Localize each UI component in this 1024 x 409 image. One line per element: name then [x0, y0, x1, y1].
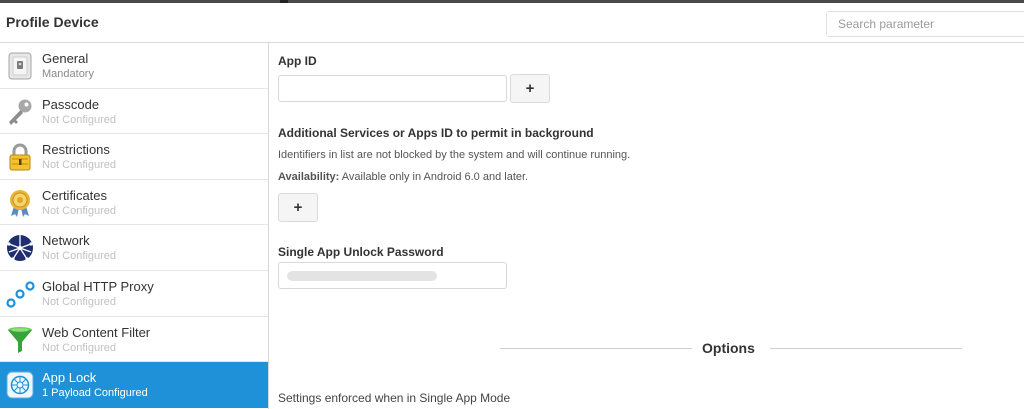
- unlock-password-label: Single App Unlock Password: [278, 245, 444, 259]
- general-profile-icon: [8, 52, 32, 80]
- funnel-filter-icon: [8, 326, 32, 353]
- sidebar-item-status: Not Configured: [42, 204, 116, 217]
- sidebar-item-app-lock[interactable]: App Lock 1 Payload Configured: [0, 362, 268, 408]
- sidebar-item-status: Not Configured: [42, 341, 116, 354]
- sidebar-item-label: App Lock: [42, 370, 97, 386]
- options-divider-right: [770, 348, 962, 349]
- sidebar-item-label: Passcode: [42, 96, 100, 112]
- payload-sidebar: General Mandatory Passcode Not Configure…: [0, 43, 269, 409]
- availability-text: Available only in Android 6.0 and later.: [341, 171, 529, 183]
- search-input[interactable]: [826, 11, 1024, 37]
- sidebar-item-general[interactable]: General Mandatory: [0, 43, 268, 89]
- globe-network-icon: [7, 235, 33, 262]
- page-title: Profile Device: [6, 14, 99, 30]
- settings-enforced-text: Settings enforced when in Single App Mod…: [278, 391, 511, 405]
- app-id-input[interactable]: [278, 75, 507, 102]
- sidebar-item-status: Not Configured: [42, 159, 116, 172]
- add-background-app-button[interactable]: +: [278, 193, 318, 222]
- additional-services-description: Identifiers in list are not blocked by t…: [278, 149, 631, 161]
- app-lock-icon: [6, 371, 34, 399]
- sidebar-item-status: 1 Payload Configured: [42, 387, 148, 400]
- sidebar-item-status: Not Configured: [42, 250, 116, 263]
- sidebar-item-label: Network: [42, 233, 90, 249]
- sidebar-item-restrictions[interactable]: Restrictions Not Configured: [0, 134, 268, 180]
- availability-note: Availability: Available only in Android …: [278, 171, 528, 183]
- padlock-icon: [9, 143, 31, 171]
- key-icon: [9, 99, 32, 125]
- unlock-password-input[interactable]: [278, 262, 507, 289]
- options-heading: Options: [702, 340, 755, 356]
- sidebar-item-label: Certificates: [42, 187, 108, 203]
- sidebar-item-certificates[interactable]: Certificates Not Configured: [0, 180, 268, 226]
- sidebar-item-web-content-filter[interactable]: Web Content Filter Not Configured: [0, 317, 268, 363]
- sidebar-item-network[interactable]: Network Not Configured: [0, 225, 268, 271]
- sidebar-item-label: Global HTTP Proxy: [42, 278, 154, 294]
- header: Profile Device: [0, 3, 1024, 43]
- availability-label: Availability:: [278, 171, 340, 183]
- add-app-id-button[interactable]: +: [510, 74, 550, 103]
- sidebar-item-passcode[interactable]: Passcode Not Configured: [0, 89, 268, 135]
- sidebar-item-global-http-proxy[interactable]: Global HTTP Proxy Not Configured: [0, 271, 268, 317]
- additional-services-label: Additional Services or Apps ID to permit…: [278, 126, 594, 140]
- sidebar-item-label: Restrictions: [42, 142, 110, 158]
- sidebar-item-status: Not Configured: [42, 113, 116, 126]
- sidebar-item-label: General: [42, 51, 89, 66]
- options-divider-left: [500, 348, 692, 349]
- payload-detail-panel: App ID + Additional Services or Apps ID …: [270, 43, 1024, 409]
- app-id-label: App ID: [278, 54, 317, 68]
- sidebar-item-label: Web Content Filter: [42, 324, 151, 340]
- sidebar-item-status: Mandatory: [42, 68, 94, 80]
- sidebar-item-status: Not Configured: [42, 295, 116, 308]
- proxy-nodes-icon: [6, 281, 35, 308]
- obscured-password-value: [287, 271, 437, 281]
- certificate-badge-icon: [10, 189, 30, 217]
